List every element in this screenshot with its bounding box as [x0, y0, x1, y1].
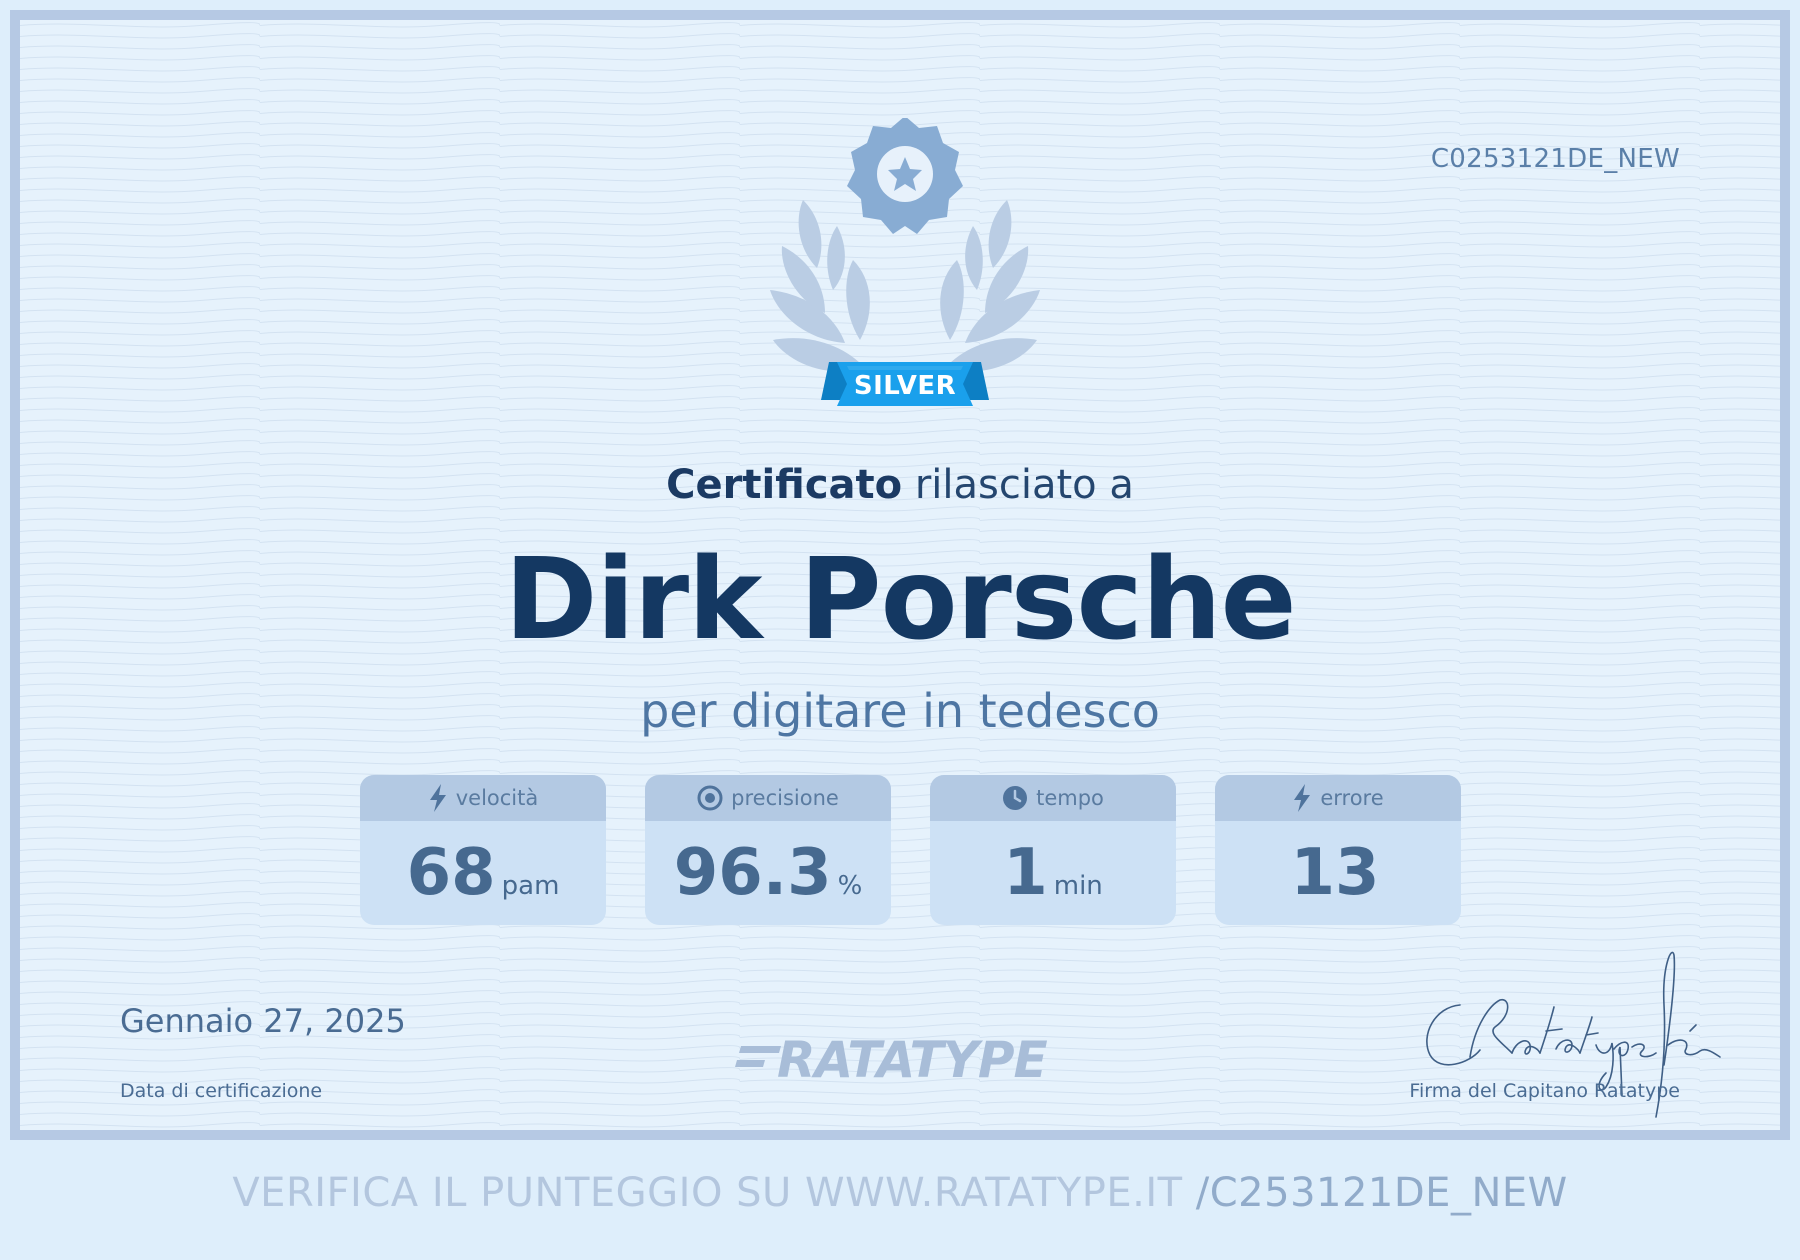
- verify-text: VERIFICA IL PUNTEGGIO SU WWW.RATATYPE.IT: [232, 1170, 1183, 1216]
- certificate-subtitle: per digitare in tedesco: [640, 684, 1160, 738]
- lightning-icon: [1294, 784, 1311, 812]
- issued-rest: rilasciato a: [914, 462, 1134, 508]
- certification-date-label: Data di certificazione: [120, 1080, 323, 1102]
- stat-body: 1 min: [930, 821, 1176, 925]
- certification-date: Gennaio 27, 2025: [120, 1002, 406, 1040]
- silver-emblem: SILVER: [725, 116, 1085, 428]
- stat-label: tempo: [1036, 786, 1104, 810]
- stat-card-time: tempo 1 min: [930, 775, 1176, 925]
- stat-value: 13: [1290, 836, 1380, 910]
- stat-value: 68: [406, 836, 496, 910]
- stat-header: precisione: [645, 775, 891, 821]
- stat-card-accuracy: precisione 96.3 %: [645, 775, 891, 925]
- stat-body: 68 pam: [360, 821, 606, 925]
- signature-label: Firma del Capitano Ratatype: [1409, 1080, 1680, 1102]
- lightning-icon: [429, 784, 446, 812]
- stat-header: errore: [1215, 775, 1461, 821]
- stat-header: tempo: [930, 775, 1176, 821]
- stat-label: velocità: [455, 786, 539, 810]
- issued-to-heading: Certificato rilasciato a: [20, 462, 1780, 508]
- issued-bold: Certificato: [666, 462, 903, 508]
- ratatype-logo: RATATYPE: [735, 1030, 1105, 1090]
- logo-text: RATATYPE: [777, 1031, 1048, 1089]
- stat-card-errors: errore 13: [1215, 775, 1461, 925]
- clock-icon: [1003, 786, 1028, 810]
- verify-line: VERIFICA IL PUNTEGGIO SU WWW.RATATYPE.IT…: [0, 1170, 1800, 1216]
- verify-code: /C253121DE_NEW: [1195, 1170, 1568, 1216]
- stat-unit: min: [1053, 871, 1103, 901]
- stat-unit: %: [837, 871, 863, 901]
- target-icon: [697, 785, 723, 811]
- stat-value: 1: [1003, 836, 1048, 910]
- stat-body: 96.3 %: [645, 821, 891, 925]
- stat-card-speed: velocità 68 pam: [360, 775, 606, 925]
- logo-bars-icon: [735, 1046, 781, 1067]
- stat-label: precisione: [731, 786, 839, 810]
- badge-label: SILVER: [853, 371, 957, 401]
- certificate-id: C0253121DE_NEW: [1430, 144, 1680, 174]
- stats-row: velocità 68 pam precisione 96.3 % tempo: [360, 775, 1461, 925]
- stat-header: velocità: [360, 775, 606, 821]
- stat-body: 13: [1215, 821, 1461, 925]
- recipient-name: Dirk Porsche: [504, 535, 1296, 665]
- stat-unit: pam: [501, 871, 560, 901]
- stat-label: errore: [1320, 786, 1384, 810]
- certificate: C0253121DE_NEW SILVER Certificato rilasc…: [10, 10, 1790, 1140]
- stat-value: 96.3: [673, 836, 832, 910]
